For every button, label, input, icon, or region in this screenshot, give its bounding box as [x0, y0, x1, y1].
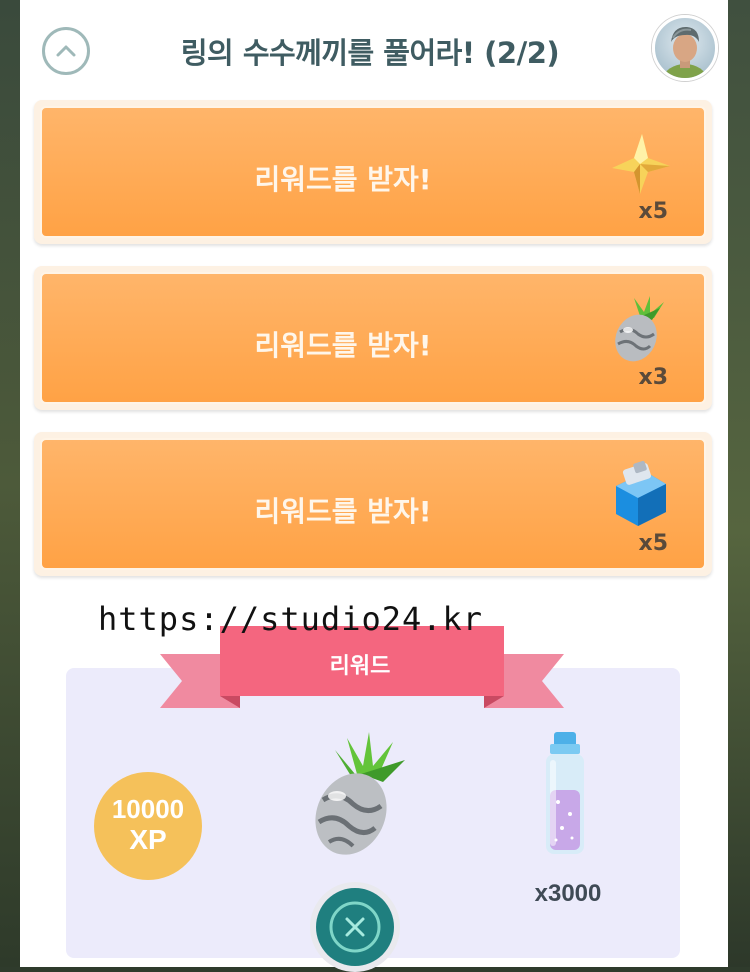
task-card-3[interactable]: 리워드를 받자! x5	[34, 432, 712, 576]
watermark-url: https://studio24.kr	[98, 600, 484, 638]
stardust-vial-icon	[546, 732, 584, 854]
background-left	[0, 0, 20, 967]
reward-count: x5	[638, 199, 669, 224]
avatar[interactable]	[652, 15, 718, 81]
xp-badge: 10000 XP	[94, 772, 202, 880]
page-title: 링의 수수께끼를 풀어라! (2/2)	[180, 36, 560, 70]
trainer-avatar-icon	[663, 26, 707, 78]
star-piece-icon	[612, 134, 670, 194]
task-card-2[interactable]: 리워드를 받자! x3	[34, 266, 712, 410]
incense-icon	[616, 460, 666, 526]
stardust-count: x3000	[534, 880, 602, 907]
background-right	[728, 0, 750, 967]
close-button-ring	[316, 888, 394, 966]
chevron-up-icon	[56, 45, 76, 57]
xp-amount: 10000	[111, 794, 185, 824]
reward-count: x5	[638, 531, 669, 556]
close-icon	[329, 901, 381, 953]
rewards-banner-label: 리워드	[329, 654, 391, 679]
reward-count: x3	[638, 365, 669, 390]
close-button[interactable]	[310, 882, 400, 972]
task-card-1[interactable]: 리워드를 받자! x5	[34, 100, 712, 244]
xp-unit: XP	[129, 824, 167, 855]
header: 링의 수수께끼를 풀어라! (2/2)	[20, 0, 728, 100]
claim-reward-button-1[interactable]: 리워드를 받자! x5	[40, 106, 706, 238]
silver-pinap-berry-icon	[615, 296, 664, 362]
collapse-button[interactable]	[42, 27, 90, 75]
claim-reward-button-2[interactable]: 리워드를 받자! x3	[40, 272, 706, 404]
claim-reward-button-3[interactable]: 리워드를 받자! x5	[40, 438, 706, 570]
silver-pinap-berry-icon	[315, 732, 405, 855]
